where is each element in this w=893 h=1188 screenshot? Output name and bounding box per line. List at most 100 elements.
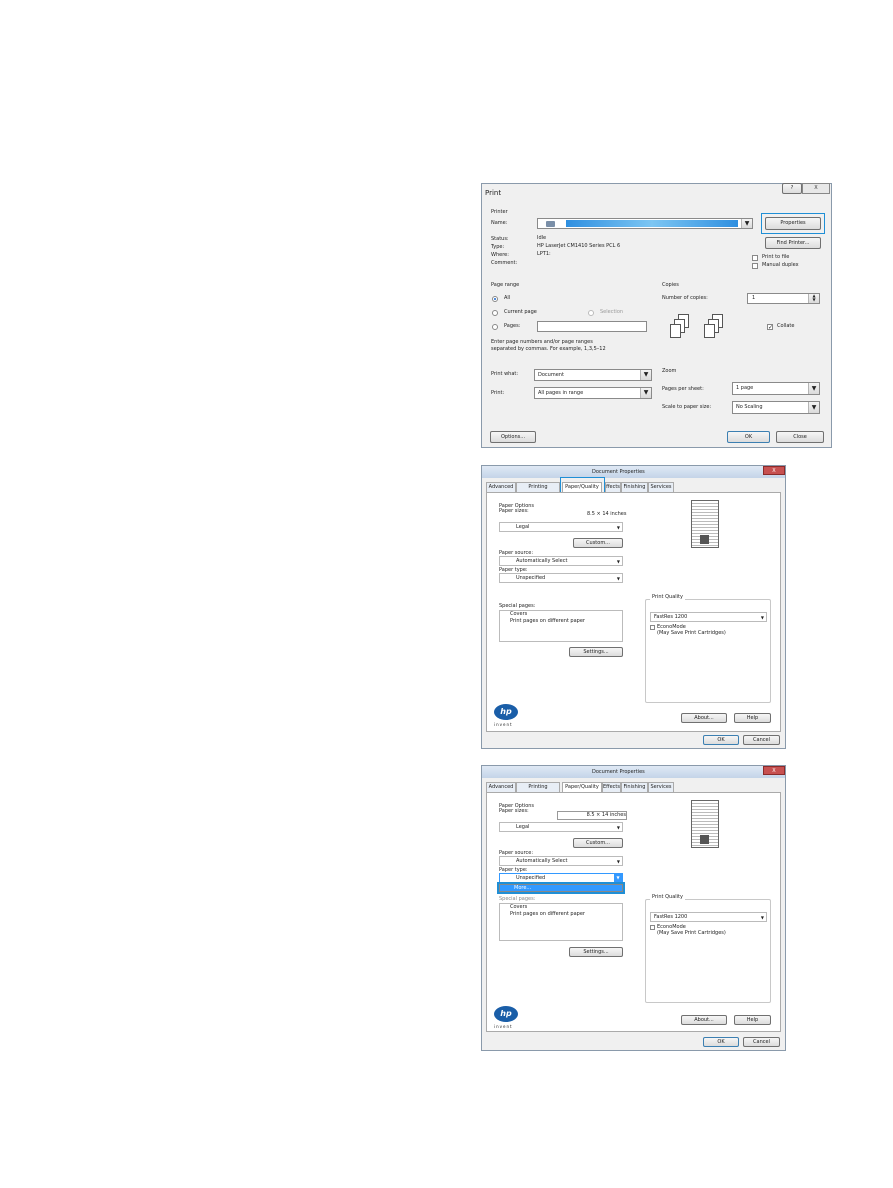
current-page-radio[interactable] bbox=[492, 310, 498, 316]
print-quality-select[interactable]: FastRes 1200 ▼ bbox=[650, 612, 767, 622]
range-help-line2: separated by commas. For example, 1,3,5–… bbox=[491, 346, 606, 352]
copies-group-label: Copies bbox=[662, 282, 679, 288]
print-quality-label: Print Quality bbox=[650, 894, 685, 901]
tab-advanced[interactable]: Advanced bbox=[486, 782, 516, 792]
tab-printing-shortcuts[interactable]: Printing Shortcuts bbox=[516, 782, 560, 799]
copies-value: 1 bbox=[752, 295, 756, 301]
close-button[interactable]: Close bbox=[776, 431, 824, 443]
close-window-button[interactable]: X bbox=[763, 466, 785, 475]
paper-size-select[interactable]: Legal ▼ bbox=[499, 522, 623, 532]
collate-pages-icon bbox=[668, 314, 748, 350]
pages-label: Pages: bbox=[504, 323, 521, 329]
econo-mode-checkbox[interactable] bbox=[650, 625, 655, 630]
collate-checkbox[interactable]: ✓ bbox=[767, 324, 773, 331]
dropdown-arrow-icon: ▼ bbox=[640, 388, 651, 398]
special-pages-label: Special pages: bbox=[499, 896, 536, 902]
paper-source-value: Automatically Select bbox=[516, 858, 568, 864]
pages-radio[interactable] bbox=[492, 324, 498, 330]
close-window-button[interactable]: X bbox=[802, 183, 830, 194]
comment-label: Comment: bbox=[491, 260, 518, 266]
cancel-button[interactable]: Cancel bbox=[743, 1037, 780, 1047]
about-button[interactable]: About... bbox=[681, 713, 727, 723]
cancel-button[interactable]: Cancel bbox=[743, 735, 780, 745]
document-properties-dialog-2: Document Properties X Advanced Printing … bbox=[481, 765, 786, 1051]
about-button[interactable]: About... bbox=[681, 1015, 727, 1025]
dropdown-arrow-icon: ▼ bbox=[640, 370, 651, 380]
tab-services[interactable]: Services bbox=[648, 782, 674, 792]
special-pages-list[interactable]: Covers Print pages on different paper bbox=[499, 903, 623, 941]
dropdown-arrow-icon: ▼ bbox=[616, 525, 620, 530]
printer-name-highlight bbox=[566, 220, 738, 227]
tab-finishing[interactable]: Finishing bbox=[621, 482, 648, 492]
ok-button[interactable]: OK bbox=[703, 1037, 739, 1047]
help-button[interactable]: ? bbox=[782, 183, 802, 194]
settings-button[interactable]: Settings... bbox=[569, 647, 623, 657]
tab-advanced[interactable]: Advanced bbox=[486, 482, 516, 492]
properties-button[interactable]: Properties bbox=[765, 217, 821, 230]
scale-select[interactable]: No Scaling ▼ bbox=[732, 401, 820, 414]
dropdown-arrow-icon: ▼ bbox=[616, 576, 620, 581]
copies-spinner[interactable]: 1 ▲ ▼ bbox=[747, 293, 820, 304]
ok-button[interactable]: OK bbox=[703, 735, 739, 745]
hp-logo: hp bbox=[494, 1006, 518, 1022]
list-item[interactable]: Print pages on different paper bbox=[510, 911, 622, 918]
econo-mode-checkbox[interactable] bbox=[650, 925, 655, 930]
zoom-group-label: Zoom bbox=[662, 368, 677, 374]
options-button[interactable]: Options... bbox=[490, 431, 536, 443]
name-label: Name: bbox=[491, 220, 508, 226]
econo-mode-note: (May Save Print Cartridges) bbox=[657, 930, 726, 936]
dropdown-arrow-icon: ▼ bbox=[616, 859, 620, 864]
print-to-file-checkbox[interactable] bbox=[752, 255, 758, 261]
pages-per-sheet-select[interactable]: 1 page ▼ bbox=[732, 382, 820, 395]
paper-size-value: Legal bbox=[516, 824, 530, 830]
ok-button[interactable]: OK bbox=[727, 431, 770, 443]
print-select[interactable]: All pages in range ▼ bbox=[534, 387, 652, 399]
close-window-button[interactable]: X bbox=[763, 766, 785, 775]
tab-effects[interactable]: Effects bbox=[602, 782, 621, 792]
dialog-title: Document Properties bbox=[592, 769, 645, 775]
list-item[interactable]: Covers bbox=[510, 904, 622, 911]
pages-input[interactable] bbox=[537, 321, 647, 332]
list-item[interactable]: Print pages on different paper bbox=[510, 618, 622, 625]
dropdown-arrow-icon: ▼ bbox=[616, 825, 620, 830]
paper-type-select[interactable]: Unspecified ▼ bbox=[499, 573, 623, 583]
all-radio[interactable] bbox=[492, 296, 498, 302]
tab-finishing[interactable]: Finishing bbox=[621, 782, 648, 792]
selection-label: Selection bbox=[600, 309, 624, 315]
tab-printing-shortcuts[interactable]: Printing Shortcuts bbox=[516, 482, 560, 499]
dropdown-arrow-icon: ▼ bbox=[616, 559, 620, 564]
dropdown-arrow-icon: ▼ bbox=[760, 615, 764, 620]
custom-button[interactable]: Custom... bbox=[573, 838, 623, 848]
hp-tagline: invent bbox=[494, 722, 513, 727]
help-button[interactable]: Help bbox=[734, 1015, 771, 1025]
print-quality-group: Print Quality FastRes 1200 ▼ EconoMode (M… bbox=[645, 594, 771, 703]
selection-radio[interactable] bbox=[588, 310, 594, 316]
type-label: Type: bbox=[491, 244, 505, 250]
print-to-file-label: Print to file bbox=[762, 254, 790, 260]
status-label: Status: bbox=[491, 236, 509, 242]
manual-duplex-checkbox[interactable] bbox=[752, 263, 758, 269]
find-printer-button[interactable]: Find Printer... bbox=[765, 237, 821, 249]
paper-source-select[interactable]: Automatically Select ▼ bbox=[499, 856, 623, 866]
print-what-label: Print what: bbox=[491, 371, 519, 377]
print-quality-label: Print Quality bbox=[650, 594, 685, 601]
print-quality-select[interactable]: FastRes 1200 ▼ bbox=[650, 912, 767, 922]
paper-source-select[interactable]: Automatically Select ▼ bbox=[499, 556, 623, 566]
list-item[interactable]: Covers bbox=[510, 611, 622, 618]
print-what-select[interactable]: Document ▼ bbox=[534, 369, 652, 381]
paper-size-select[interactable]: Legal ▼ bbox=[499, 822, 623, 832]
current-page-label: Current page bbox=[504, 309, 537, 315]
custom-button[interactable]: Custom... bbox=[573, 538, 623, 548]
special-pages-list[interactable]: Covers Print pages on different paper bbox=[499, 610, 623, 642]
tab-effects[interactable]: ffects bbox=[605, 482, 621, 492]
settings-button[interactable]: Settings... bbox=[569, 947, 623, 957]
paper-source-value: Automatically Select bbox=[516, 558, 568, 564]
tab-services[interactable]: Services bbox=[648, 482, 674, 492]
hp-tagline: invent bbox=[494, 1024, 513, 1029]
manual-duplex-label: Manual duplex bbox=[762, 262, 799, 268]
help-button[interactable]: Help bbox=[734, 713, 771, 723]
status-value: Idle bbox=[537, 235, 547, 241]
dropdown-arrow-icon: ▼ bbox=[808, 383, 819, 394]
pages-per-sheet-label: Pages per sheet: bbox=[662, 386, 704, 392]
printer-name-select[interactable]: ▼ bbox=[537, 218, 753, 229]
